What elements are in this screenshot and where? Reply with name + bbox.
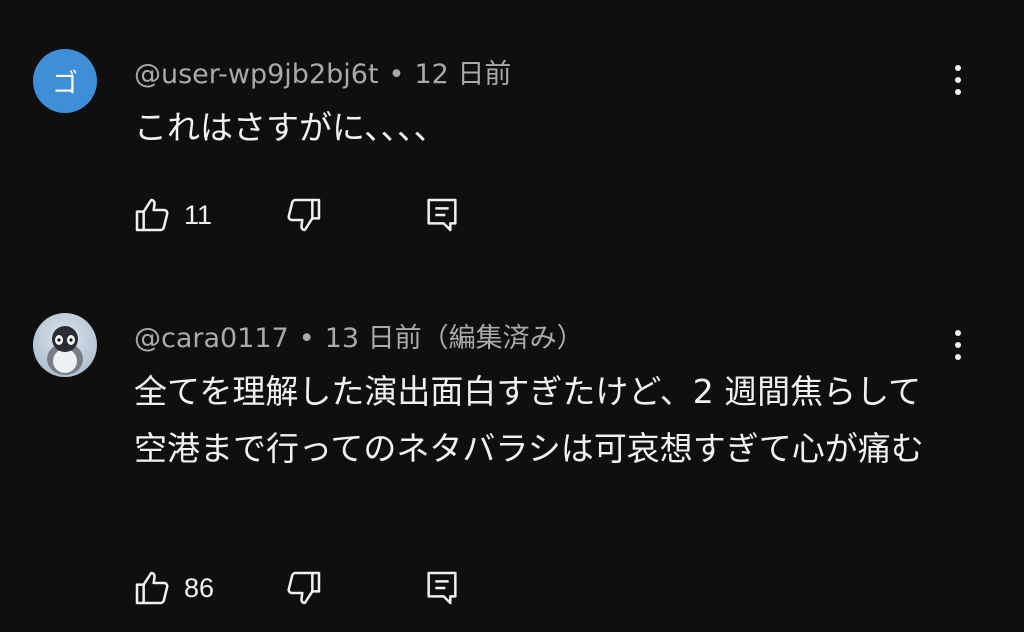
comment-text: 全てを理解した演出面白すぎたけど、2 週間焦らして空港まで行ってのネタバラシは可… bbox=[134, 372, 924, 468]
comment-meta: @cara0117 • 13 日前（編集済み） bbox=[134, 316, 584, 355]
avatar[interactable] bbox=[33, 313, 97, 377]
comment-timestamp[interactable]: 13 日前（編集済み） bbox=[325, 323, 584, 354]
more-vert-icon[interactable] bbox=[940, 325, 976, 365]
reply-button[interactable] bbox=[422, 566, 462, 610]
thumbs-down-icon bbox=[287, 571, 321, 605]
comment-actions: 86 bbox=[132, 566, 532, 610]
meta-separator: • bbox=[298, 323, 315, 354]
dislike-button[interactable] bbox=[284, 566, 324, 610]
comment-author[interactable]: @cara0117 bbox=[134, 323, 289, 354]
penguin-icon bbox=[47, 326, 83, 375]
comment-item: @cara0117 • 13 日前（編集済み） 全てを理解した演出面白すぎたけど、2… bbox=[0, 0, 1024, 632]
thumbs-up-icon bbox=[135, 571, 169, 605]
reply-icon bbox=[427, 571, 457, 605]
like-count: 86 bbox=[184, 572, 215, 603]
like-button[interactable]: 86 bbox=[132, 566, 214, 610]
